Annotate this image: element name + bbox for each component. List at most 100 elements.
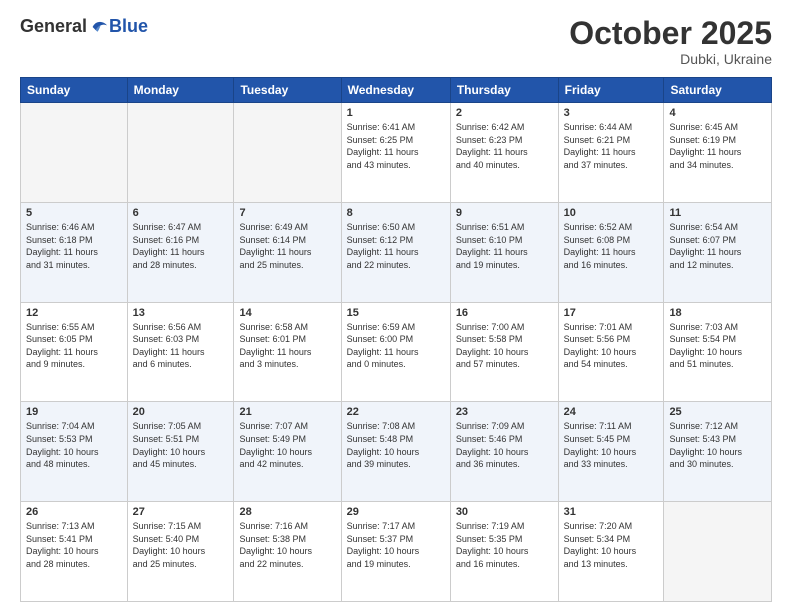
calendar-table: SundayMondayTuesdayWednesdayThursdayFrid… — [20, 77, 772, 602]
calendar-cell: 6 Sunrise: 6:47 AM Sunset: 6:16 PM Daylig… — [127, 202, 234, 302]
day-info: Sunrise: 7:16 AM Sunset: 5:38 PM Dayligh… — [239, 520, 335, 570]
weekday-header-wednesday: Wednesday — [341, 78, 450, 103]
day-info: Sunrise: 7:13 AM Sunset: 5:41 PM Dayligh… — [26, 520, 122, 570]
logo: General Blue — [20, 16, 148, 37]
day-info: Sunrise: 6:56 AM Sunset: 6:03 PM Dayligh… — [133, 321, 229, 371]
calendar-week-row-3: 12Sunrise: 6:55 AM Sunset: 6:05 PM Dayli… — [21, 302, 772, 402]
calendar-cell: 25 Sunrise: 7:12 AM Sunset: 5:43 PM Dayli… — [664, 402, 772, 502]
calendar-cell: 7 Sunrise: 6:49 AM Sunset: 6:14 PM Daylig… — [234, 202, 341, 302]
calendar-cell — [21, 103, 128, 203]
day-info: Sunrise: 7:09 AM Sunset: 5:46 PM Dayligh… — [456, 420, 553, 470]
day-number: 2 — [456, 107, 553, 119]
day-info: Sunrise: 7:08 AM Sunset: 5:48 PM Dayligh… — [347, 420, 445, 470]
calendar-cell: 11Sunrise: 6:54 AM Sunset: 6:07 PM Dayli… — [664, 202, 772, 302]
day-number: 1 — [347, 107, 445, 119]
day-number: 25 — [669, 406, 766, 418]
day-number: 4 — [669, 107, 766, 119]
day-info: Sunrise: 7:03 AM Sunset: 5:54 PM Dayligh… — [669, 321, 766, 371]
calendar-cell: 10Sunrise: 6:52 AM Sunset: 6:08 PM Dayli… — [558, 202, 664, 302]
day-number: 24 — [564, 406, 659, 418]
calendar-week-row-2: 5Sunrise: 6:46 AM Sunset: 6:18 PM Daylig… — [21, 202, 772, 302]
calendar-week-row-1: 1Sunrise: 6:41 AM Sunset: 6:25 PM Daylig… — [21, 103, 772, 203]
day-number: 31 — [564, 506, 659, 518]
calendar-cell: 26 Sunrise: 7:13 AM Sunset: 5:41 PM Dayli… — [21, 502, 128, 602]
calendar-cell: 14Sunrise: 6:58 AM Sunset: 6:01 PM Dayli… — [234, 302, 341, 402]
day-number: 19 — [26, 406, 122, 418]
logo-general-text: General — [20, 16, 87, 37]
calendar-cell: 5Sunrise: 6:46 AM Sunset: 6:18 PM Daylig… — [21, 202, 128, 302]
day-info: Sunrise: 7:11 AM Sunset: 5:45 PM Dayligh… — [564, 420, 659, 470]
day-info: Sunrise: 7:12 AM Sunset: 5:43 PM Dayligh… — [669, 420, 766, 470]
day-info: Sunrise: 7:15 AM Sunset: 5:40 PM Dayligh… — [133, 520, 229, 570]
calendar-cell: 27 Sunrise: 7:15 AM Sunset: 5:40 PM Dayli… — [127, 502, 234, 602]
day-info: Sunrise: 6:44 AM Sunset: 6:21 PM Dayligh… — [564, 121, 659, 171]
title-block: October 2025 Dubki, Ukraine — [569, 16, 772, 67]
day-info: Sunrise: 6:52 AM Sunset: 6:08 PM Dayligh… — [564, 221, 659, 271]
calendar-week-row-4: 19 Sunrise: 7:04 AM Sunset: 5:53 PM Dayli… — [21, 402, 772, 502]
weekday-header-friday: Friday — [558, 78, 664, 103]
day-info: Sunrise: 6:47 AM Sunset: 6:16 PM Dayligh… — [133, 221, 229, 271]
page: General Blue October 2025 Dubki, Ukraine… — [0, 0, 792, 612]
weekday-header-thursday: Thursday — [450, 78, 558, 103]
day-number: 27 — [133, 506, 229, 518]
calendar-cell: 16 Sunrise: 7:00 AM Sunset: 5:58 PM Dayli… — [450, 302, 558, 402]
calendar-cell: 17 Sunrise: 7:01 AM Sunset: 5:56 PM Dayli… — [558, 302, 664, 402]
calendar-cell: 22 Sunrise: 7:08 AM Sunset: 5:48 PM Dayli… — [341, 402, 450, 502]
calendar-cell: 31 Sunrise: 7:20 AM Sunset: 5:34 PM Dayli… — [558, 502, 664, 602]
month-title: October 2025 — [569, 16, 772, 51]
day-info: Sunrise: 7:01 AM Sunset: 5:56 PM Dayligh… — [564, 321, 659, 371]
day-info: Sunrise: 6:46 AM Sunset: 6:18 PM Dayligh… — [26, 221, 122, 271]
logo-bird-icon — [89, 19, 109, 35]
day-number: 6 — [133, 207, 229, 219]
logo-text: General Blue — [20, 16, 148, 37]
calendar-cell: 19 Sunrise: 7:04 AM Sunset: 5:53 PM Dayli… — [21, 402, 128, 502]
day-info: Sunrise: 7:17 AM Sunset: 5:37 PM Dayligh… — [347, 520, 445, 570]
weekday-header-row: SundayMondayTuesdayWednesdayThursdayFrid… — [21, 78, 772, 103]
day-number: 16 — [456, 307, 553, 319]
calendar-cell — [234, 103, 341, 203]
day-info: Sunrise: 6:55 AM Sunset: 6:05 PM Dayligh… — [26, 321, 122, 371]
calendar-cell: 1Sunrise: 6:41 AM Sunset: 6:25 PM Daylig… — [341, 103, 450, 203]
calendar-cell: 21Sunrise: 7:07 AM Sunset: 5:49 PM Dayli… — [234, 402, 341, 502]
calendar-cell: 24 Sunrise: 7:11 AM Sunset: 5:45 PM Dayli… — [558, 402, 664, 502]
calendar-cell — [664, 502, 772, 602]
calendar-cell: 15Sunrise: 6:59 AM Sunset: 6:00 PM Dayli… — [341, 302, 450, 402]
day-number: 26 — [26, 506, 122, 518]
calendar-cell: 29 Sunrise: 7:17 AM Sunset: 5:37 PM Dayli… — [341, 502, 450, 602]
calendar-cell: 3Sunrise: 6:44 AM Sunset: 6:21 PM Daylig… — [558, 103, 664, 203]
weekday-header-tuesday: Tuesday — [234, 78, 341, 103]
weekday-header-monday: Monday — [127, 78, 234, 103]
weekday-header-sunday: Sunday — [21, 78, 128, 103]
day-number: 15 — [347, 307, 445, 319]
day-info: Sunrise: 7:04 AM Sunset: 5:53 PM Dayligh… — [26, 420, 122, 470]
calendar-cell: 23Sunrise: 7:09 AM Sunset: 5:46 PM Dayli… — [450, 402, 558, 502]
day-info: Sunrise: 7:00 AM Sunset: 5:58 PM Dayligh… — [456, 321, 553, 371]
calendar-cell: 20Sunrise: 7:05 AM Sunset: 5:51 PM Dayli… — [127, 402, 234, 502]
day-info: Sunrise: 7:19 AM Sunset: 5:35 PM Dayligh… — [456, 520, 553, 570]
calendar-cell: 30Sunrise: 7:19 AM Sunset: 5:35 PM Dayli… — [450, 502, 558, 602]
calendar-cell: 8Sunrise: 6:50 AM Sunset: 6:12 PM Daylig… — [341, 202, 450, 302]
calendar-cell: 2 Sunrise: 6:42 AM Sunset: 6:23 PM Daylig… — [450, 103, 558, 203]
day-number: 7 — [239, 207, 335, 219]
day-number: 29 — [347, 506, 445, 518]
day-number: 8 — [347, 207, 445, 219]
day-info: Sunrise: 6:51 AM Sunset: 6:10 PM Dayligh… — [456, 221, 553, 271]
day-info: Sunrise: 7:20 AM Sunset: 5:34 PM Dayligh… — [564, 520, 659, 570]
calendar-week-row-5: 26 Sunrise: 7:13 AM Sunset: 5:41 PM Dayli… — [21, 502, 772, 602]
day-info: Sunrise: 6:42 AM Sunset: 6:23 PM Dayligh… — [456, 121, 553, 171]
header: General Blue October 2025 Dubki, Ukraine — [20, 16, 772, 67]
day-info: Sunrise: 6:45 AM Sunset: 6:19 PM Dayligh… — [669, 121, 766, 171]
calendar-cell — [127, 103, 234, 203]
location-subtitle: Dubki, Ukraine — [569, 51, 772, 67]
calendar-cell: 9Sunrise: 6:51 AM Sunset: 6:10 PM Daylig… — [450, 202, 558, 302]
day-info: Sunrise: 6:49 AM Sunset: 6:14 PM Dayligh… — [239, 221, 335, 271]
calendar-cell: 13 Sunrise: 6:56 AM Sunset: 6:03 PM Dayli… — [127, 302, 234, 402]
day-number: 13 — [133, 307, 229, 319]
day-number: 22 — [347, 406, 445, 418]
day-info: Sunrise: 6:58 AM Sunset: 6:01 PM Dayligh… — [239, 321, 335, 371]
calendar-cell: 4 Sunrise: 6:45 AM Sunset: 6:19 PM Daylig… — [664, 103, 772, 203]
day-number: 28 — [239, 506, 335, 518]
day-number: 11 — [669, 207, 766, 219]
weekday-header-saturday: Saturday — [664, 78, 772, 103]
day-number: 17 — [564, 307, 659, 319]
